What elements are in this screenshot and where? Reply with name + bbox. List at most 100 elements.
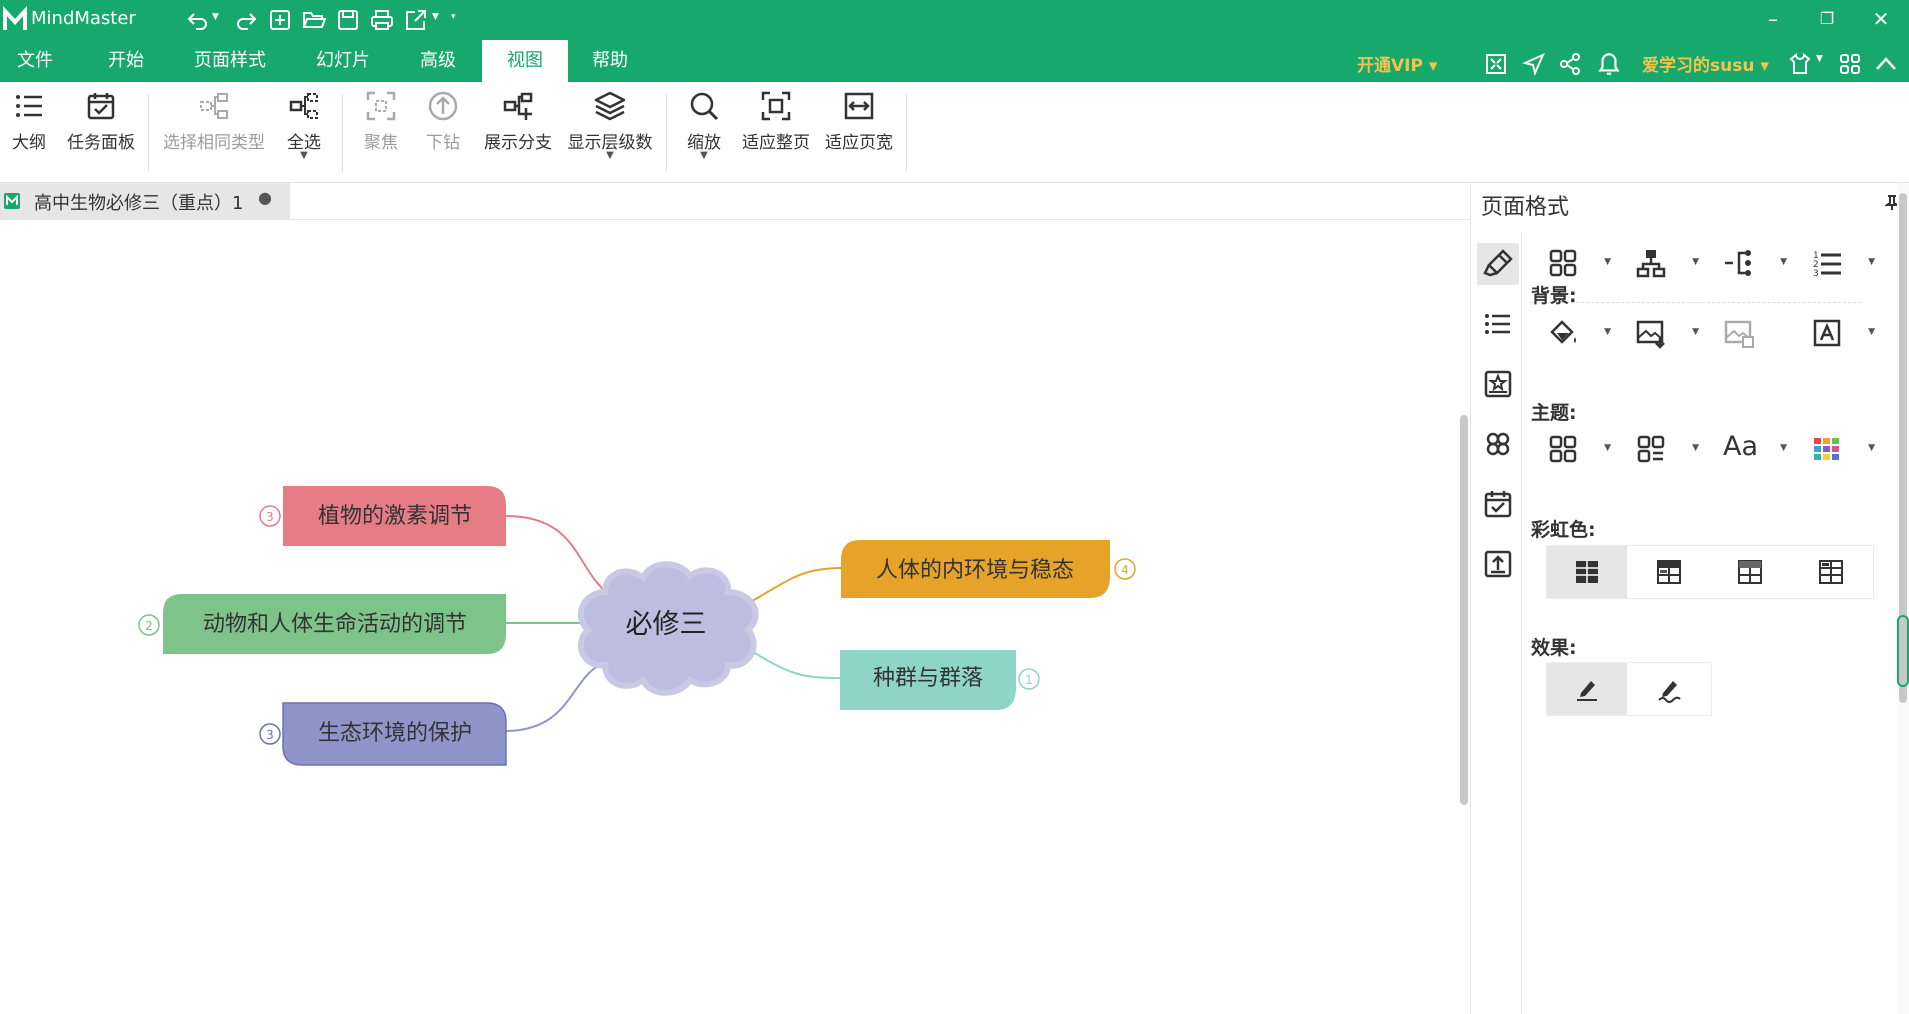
show-levels-button[interactable]: 显示层级数 ▼ <box>564 90 656 178</box>
side-tab-outline[interactable] <box>1477 303 1519 345</box>
unsaved-dot-icon[interactable]: ● <box>258 188 272 207</box>
theme-color-button[interactable]: ▼ <box>1811 429 1881 469</box>
numbering-button[interactable]: 123 ▼ <box>1811 243 1881 283</box>
connector-style-button[interactable]: ▼ <box>1723 243 1793 283</box>
show-branch-button[interactable]: 展示分支 <box>480 90 556 178</box>
skin-shirt-icon[interactable] <box>1788 52 1812 76</box>
save-icon[interactable] <box>336 8 360 32</box>
close-button[interactable]: ✕ <box>1854 0 1908 40</box>
select-all-dropdown-icon[interactable]: ▼ <box>280 151 328 161</box>
fullscreen-icon[interactable] <box>1484 52 1508 76</box>
watermark-button[interactable]: ▼ <box>1811 313 1881 353</box>
layout-structure-button[interactable]: ▼ <box>1547 243 1617 283</box>
drill-down-button[interactable]: 下钻 <box>420 90 466 178</box>
open-folder-icon[interactable] <box>302 8 326 32</box>
effect-option-normal[interactable] <box>1547 663 1627 715</box>
menu-advanced[interactable]: 高级 <box>400 40 476 82</box>
document-tab[interactable]: 高中生物必修三（重点）1 ● <box>0 183 290 219</box>
topic-label: 种群与群落 <box>873 666 983 691</box>
menu-help[interactable]: 帮助 <box>572 40 648 82</box>
side-tab-page-format[interactable] <box>1477 243 1519 285</box>
menu-slides[interactable]: 幻灯片 <box>298 40 388 82</box>
menu-page-style[interactable]: 页面样式 <box>180 40 280 82</box>
format-paint-icon <box>1483 249 1513 277</box>
menu-view[interactable]: 视图 <box>482 40 568 82</box>
export-dropdown-icon[interactable]: ▼ <box>432 12 439 22</box>
show-branch-icon <box>503 92 533 120</box>
redo-icon[interactable] <box>234 8 258 32</box>
pen-icon <box>1577 681 1597 701</box>
effect-label: 效果: <box>1531 637 1577 659</box>
theme-layout-button[interactable]: ▼ <box>1635 429 1705 469</box>
central-topic[interactable]: 必修三 <box>577 561 759 696</box>
task-panel-label: 任务面板 <box>67 133 135 153</box>
side-tab-task[interactable] <box>1477 483 1519 525</box>
page-format-panel: 页面格式 ▼ ▼ ▼ 123 ▼ 背景: ▼ ▼ ▼ 主题: ▼ ▼ Aa ▼ … <box>1470 183 1909 1014</box>
export-icon[interactable] <box>404 8 428 32</box>
side-tab-export[interactable] <box>1477 543 1519 585</box>
send-icon[interactable] <box>1522 52 1546 76</box>
show-levels-dropdown-icon[interactable]: ▼ <box>564 151 656 161</box>
panel-scroll-position-marker[interactable] <box>1897 615 1909 687</box>
zoom-button[interactable]: 缩放 ▼ <box>680 90 728 178</box>
menu-bar: 文件 开始 页面样式 幻灯片 高级 视图 帮助 开通VIP ▾ 爱学习的susu… <box>0 40 1909 82</box>
print-icon[interactable] <box>370 8 394 32</box>
remove-background-image-button[interactable] <box>1723 313 1793 353</box>
fit-page-label: 适应整页 <box>742 133 810 153</box>
fit-width-button[interactable]: 适应页宽 <box>820 90 898 178</box>
org-structure-button[interactable]: ▼ <box>1635 243 1705 283</box>
rainbow-option-3[interactable] <box>1710 546 1790 598</box>
undo-icon[interactable] <box>186 8 210 32</box>
topic-node[interactable]: 生态环境的保护 3 <box>259 702 507 766</box>
select-all-button[interactable]: 全选 ▼ <box>280 90 328 178</box>
notification-bell-icon[interactable] <box>1596 50 1622 78</box>
side-tab-clipart[interactable] <box>1477 423 1519 465</box>
theme-font-button[interactable]: Aa ▼ <box>1723 429 1793 469</box>
side-tab-mark[interactable] <box>1477 363 1519 405</box>
theme-button[interactable]: ▼ <box>1547 429 1617 469</box>
rainbow-option-1[interactable] <box>1547 546 1627 598</box>
mindmaster-logo-icon <box>2 6 27 30</box>
svg-text:3: 3 <box>1813 269 1819 279</box>
topic-node[interactable]: 人体的内环境与稳态 4 <box>841 540 1136 598</box>
org-chart-icon <box>1636 250 1666 278</box>
background-image-button[interactable]: ▼ <box>1635 313 1705 353</box>
rainbow-option-2[interactable] <box>1629 546 1709 598</box>
ribbon-separator <box>906 94 907 172</box>
zoom-dropdown-icon[interactable]: ▼ <box>680 151 728 161</box>
new-file-icon[interactable] <box>268 8 292 32</box>
minimize-button[interactable]: – <box>1746 0 1800 40</box>
topic-node[interactable]: 种群与群落 1 <box>840 650 1040 710</box>
topic-node[interactable]: 植物的激素调节 3 <box>259 486 506 546</box>
fit-page-button[interactable]: 适应整页 <box>738 90 814 178</box>
topic-label: 动物和人体生命活动的调节 <box>203 612 467 637</box>
rainbow-option-4[interactable] <box>1791 546 1871 598</box>
table-grid-icon <box>1576 561 1598 583</box>
undo-dropdown-icon[interactable]: ▼ <box>212 12 219 22</box>
customize-quick-access-icon[interactable]: ▾ <box>451 12 456 22</box>
share-icon[interactable] <box>1558 52 1582 76</box>
user-menu[interactable]: 爱学习的susu ▾ <box>1642 51 1769 76</box>
restore-button[interactable]: ❐ <box>1800 0 1854 40</box>
task-panel-button[interactable]: 任务面板 <box>62 90 140 178</box>
apps-grid-icon[interactable] <box>1838 52 1862 76</box>
table-grid-icon <box>1657 560 1681 584</box>
outline-button[interactable]: 大纲 <box>6 90 52 178</box>
vip-button[interactable]: 开通VIP ▾ <box>1357 51 1437 76</box>
select-same-type-button[interactable]: 选择相同类型 <box>158 90 270 178</box>
background-fill-button[interactable]: ▼ <box>1547 313 1617 353</box>
menu-home[interactable]: 开始 <box>88 40 164 82</box>
mindmap-canvas[interactable]: 必修三 植物的激素调节 3 动物和人体生命活动的调节 2 生态环境的保护 3 人… <box>0 220 1460 1014</box>
collapse-ribbon-icon[interactable] <box>1874 52 1898 76</box>
collapse-count-text: 3 <box>266 510 274 524</box>
effect-option-handdrawn[interactable] <box>1629 663 1709 715</box>
menu-file[interactable]: 文件 <box>0 40 70 82</box>
focus-button[interactable]: 聚焦 <box>358 90 404 178</box>
background-label: 背景: <box>1531 285 1577 307</box>
ribbon-separator <box>148 94 149 172</box>
ribbon-toolbar: 大纲 任务面板 选择相同类型 全选 ▼ 聚焦 下钻 展示分支 显示层级数 ▼ 缩… <box>0 82 1909 183</box>
skin-dropdown-icon[interactable]: ▼ <box>1816 54 1823 64</box>
topic-node[interactable]: 动物和人体生命活动的调节 2 <box>138 594 506 654</box>
canvas-scrollbar[interactable] <box>1460 415 1468 805</box>
zoom-icon <box>690 92 719 121</box>
